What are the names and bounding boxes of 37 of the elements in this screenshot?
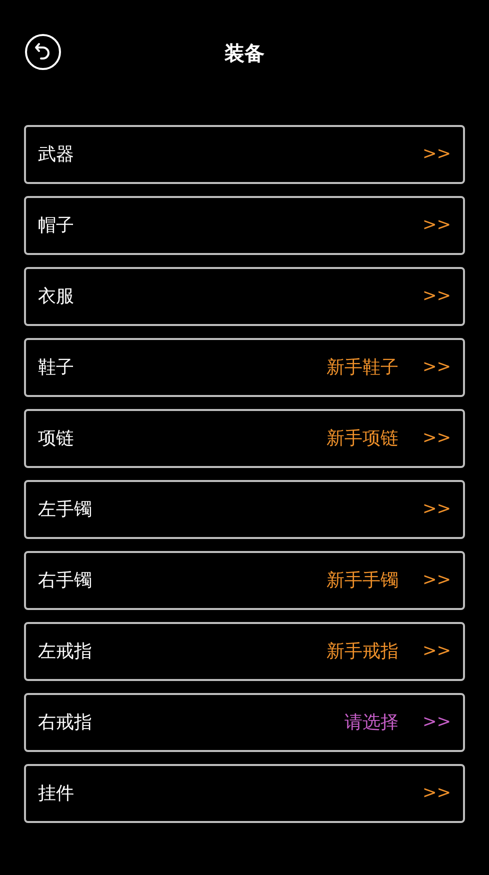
page-title: 装备 (224, 41, 264, 65)
slot-label: 鞋子 (38, 356, 75, 380)
slot-label: 右戒指 (38, 711, 93, 735)
chevron-text: >> (422, 782, 451, 805)
chevron-text: >> (422, 426, 451, 450)
equipment-slot[interactable]: 衣服 >> (24, 267, 465, 326)
chevron-text: >> (422, 142, 451, 166)
chevron-text: >> (422, 640, 451, 663)
equipment-slot[interactable]: 鞋子 新手鞋子 >> (24, 338, 465, 397)
chevron-text: >> (422, 214, 451, 237)
slot-label: 挂件 (38, 782, 75, 806)
chevron-text: >> (422, 498, 451, 521)
slot-value: 新手项链 (326, 427, 398, 451)
slot-label: 武器 (38, 143, 75, 167)
chevron-text: >> (422, 710, 451, 734)
chevron-text: >> (422, 284, 451, 308)
slot-value: 新手手镯 (326, 569, 398, 593)
equipment-slot[interactable]: 项链 新手项链 >> (24, 409, 465, 468)
slot-label: 项链 (38, 427, 75, 451)
equipment-slot[interactable]: 挂件 >> (24, 764, 465, 823)
chevron-text: >> (422, 356, 451, 379)
slot-label: 右手镯 (38, 569, 93, 593)
equipment-slot[interactable]: 武器 >> (24, 125, 465, 184)
slot-label: 衣服 (38, 285, 75, 309)
slot-value: 新手戒指 (326, 640, 398, 664)
equipment-slot[interactable]: 右戒指 请选择 >> (24, 693, 465, 752)
slot-label: 左戒指 (38, 640, 93, 664)
equipment-slot[interactable]: 左手镯 >> (24, 480, 465, 539)
slot-label: 左手镯 (38, 498, 93, 522)
equipment-slot[interactable]: 帽子 >> (24, 196, 465, 255)
equipment-slot[interactable]: 左戒指 新手戒指 >> (24, 622, 465, 681)
slot-value: 新手鞋子 (326, 356, 398, 380)
slot-value: 请选择 (344, 711, 398, 735)
slot-label: 帽子 (38, 214, 75, 238)
chevron-text: >> (422, 568, 451, 592)
back-icon[interactable] (24, 33, 62, 71)
equipment-slot[interactable]: 右手镯 新手手镯 >> (24, 551, 465, 610)
